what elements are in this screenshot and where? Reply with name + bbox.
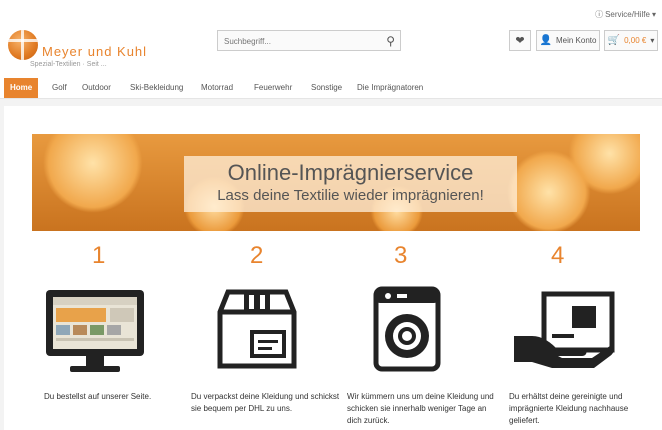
nav-item-ski-bekleidung[interactable]: Ski-Bekleidung <box>130 78 183 98</box>
step-text-2: Du verpackst deine Kleidung und schickst… <box>191 392 340 413</box>
hero-banner[interactable]: Online-Imprägnierservice Lass deine Text… <box>32 134 640 231</box>
user-icon: 👤 <box>539 35 552 46</box>
logo-subtitle: Spezial-Textilien · Seit ... <box>30 61 107 68</box>
service-label: Service/Hilfe <box>605 10 650 19</box>
heart-icon: ❤ <box>515 35 525 47</box>
banner-subtitle: Lass deine Textilie wieder imprägnieren! <box>217 187 484 204</box>
account-label: Mein Konto <box>555 36 597 45</box>
banner-title: Online-Imprägnierservice <box>227 160 474 185</box>
header: ⓘ Service/Hilfe ▾ Meyer und Kuhl Spezial… <box>0 0 662 78</box>
logo-name: Meyer und Kuhl <box>42 44 148 59</box>
chevron-down-icon: ▾ <box>651 10 656 19</box>
logo-ball-icon <box>8 30 38 60</box>
nav-item-golf[interactable]: Golf <box>52 78 67 98</box>
step-number-3: 3 <box>394 242 408 269</box>
wishlist-button[interactable]: ❤ <box>509 30 531 51</box>
nav-item-feuerwehr[interactable]: Feuerwehr <box>254 78 292 98</box>
main-nav: Home Golf Outdoor Ski-Bekleidung Motorra… <box>0 78 662 99</box>
step-number-4: 4 <box>551 242 565 269</box>
nav-item-sonstige[interactable]: Sonstige <box>311 78 342 98</box>
nav-item-outdoor[interactable]: Outdoor <box>82 78 111 98</box>
cart-total: 0,00 € <box>624 36 647 45</box>
step-text-1: Du bestellst auf unserer Seite. <box>44 392 152 401</box>
banner-text-box: Online-Imprägnierservice Lass deine Text… <box>184 156 517 212</box>
info-icon: ⓘ <box>595 10 604 19</box>
nav-item-motorrad[interactable]: Motorrad <box>201 78 233 98</box>
package-icon <box>217 289 297 369</box>
step-text-3: Wir kümmern uns um deine Kleidung und sc… <box>347 392 494 425</box>
nav-item-home[interactable]: Home <box>4 78 39 98</box>
washing-machine-icon <box>373 286 441 372</box>
hand-package-icon <box>514 291 615 368</box>
logo[interactable]: Meyer und Kuhl <box>8 30 147 60</box>
nav-item-impraegnatoren[interactable]: Die Imprägnatoren <box>357 78 423 98</box>
step-number-2: 2 <box>250 242 264 269</box>
step-text-4: Du erhältst deine gereinigte und imprägn… <box>509 392 629 425</box>
monitor-icon <box>46 290 144 372</box>
search-box: ⚲ <box>217 30 401 51</box>
service-link[interactable]: ⓘ Service/Hilfe ▾ <box>595 9 656 20</box>
cart-icon: 🛒 <box>607 35 621 46</box>
search-input[interactable] <box>218 32 380 51</box>
step-number-1: 1 <box>92 242 106 269</box>
search-icon[interactable]: ⚲ <box>386 34 395 48</box>
chevron-down-icon: ▾ <box>650 36 655 45</box>
account-button[interactable]: 👤 Mein Konto <box>536 30 600 51</box>
main-content: Online-Imprägnierservice Lass deine Text… <box>4 106 662 430</box>
cart-button[interactable]: 🛒 0,00 € ▾ <box>604 30 658 51</box>
